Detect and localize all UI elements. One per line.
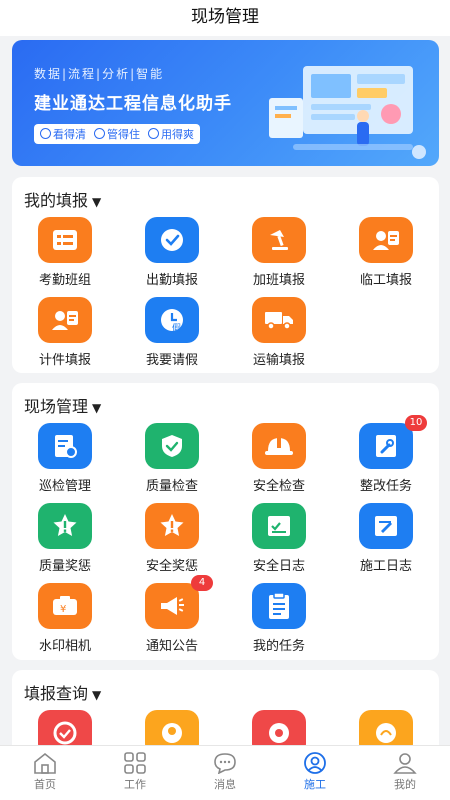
page-title: 现场管理 xyxy=(0,0,450,36)
rectify-count-badge: 10 xyxy=(405,415,427,431)
grid-item-temp-worker-report[interactable]: 临工填报 xyxy=(336,217,436,288)
star-alert-icon xyxy=(38,503,92,549)
check-circle-icon xyxy=(145,217,199,263)
user-icon xyxy=(393,753,417,774)
notice-count-badge: 4 xyxy=(191,575,213,591)
person-form-icon xyxy=(359,217,413,263)
section-header[interactable]: 我的填报 ▼ xyxy=(24,187,101,211)
grid-item-leave-request[interactable]: 假 我要请假 xyxy=(122,297,222,368)
tab-mine[interactable]: 我的 xyxy=(360,746,450,800)
tab-work[interactable]: 工作 xyxy=(90,746,180,800)
bottom-tab-bar: 首页 工作 消息 施工 我的 xyxy=(0,745,450,800)
section-header[interactable]: 填报查询 ▼ xyxy=(24,680,101,704)
grid-item-overtime-report[interactable]: 加班填报 xyxy=(229,217,329,288)
tab-messages[interactable]: 消息 xyxy=(180,746,270,800)
banner-subtitle: 数据|流程|分析|智能 xyxy=(34,67,165,81)
grid-item-safety-log[interactable]: 安全日志 xyxy=(229,503,329,574)
caret-down-icon: ▼ xyxy=(92,195,102,209)
grid-item-inspection[interactable]: 巡检管理 xyxy=(15,423,115,494)
user-circle-icon xyxy=(304,752,326,774)
my-report-card: 我的填报 ▼ 考勤班组 出勤填报 加班填报 临工填报 计件填报 假 我要请假 运… xyxy=(12,177,439,373)
helmet-icon xyxy=(252,423,306,469)
message-icon xyxy=(214,753,236,774)
grid-item-piecework-report[interactable]: 计件填报 xyxy=(15,297,115,368)
camera-yen-icon: ¥ xyxy=(38,583,92,629)
promo-banner[interactable]: 数据|流程|分析|智能 建业通达工程信息化助手 看得清 管得住 用得爽 xyxy=(12,40,439,166)
inspection-doc-icon xyxy=(38,423,92,469)
grid-item-safety-reward[interactable]: 安全奖惩 xyxy=(122,503,222,574)
log-edit-icon xyxy=(359,503,413,549)
check-circle-icon xyxy=(40,128,51,139)
grid-item-attendance-report[interactable]: 出勤填报 xyxy=(122,217,222,288)
banner-title: 建业通达工程信息化助手 xyxy=(34,94,232,114)
grid-item-notice[interactable]: 4 通知公告 xyxy=(122,575,222,654)
tab-home[interactable]: 首页 xyxy=(0,746,90,800)
wrench-doc-icon: 10 xyxy=(359,415,427,469)
shield-check-icon xyxy=(145,423,199,469)
grid-item-safety-check[interactable]: 安全检查 xyxy=(229,423,329,494)
grid-item-my-tasks[interactable]: 我的任务 xyxy=(229,583,329,654)
home-icon xyxy=(34,752,56,774)
truck-icon xyxy=(252,297,306,343)
svg-text:假: 假 xyxy=(172,323,181,334)
lamp-icon xyxy=(252,217,306,263)
grid-item-quality-reward[interactable]: 质量奖惩 xyxy=(15,503,115,574)
clock-leave-icon: 假 xyxy=(145,297,199,343)
person-form-icon xyxy=(38,297,92,343)
grid-item-attendance-team[interactable]: 考勤班组 xyxy=(15,217,115,288)
caret-down-icon: ▼ xyxy=(92,401,102,415)
grid-item-watermark-camera[interactable]: ¥ 水印相机 xyxy=(15,583,115,654)
grid-icon xyxy=(124,752,146,774)
banner-tag: 看得清 xyxy=(40,126,86,142)
megaphone-icon: 4 xyxy=(145,575,213,629)
svg-text:¥: ¥ xyxy=(60,604,66,615)
tab-construction[interactable]: 施工 xyxy=(270,746,360,800)
banner-tag: 用得爽 xyxy=(148,126,194,142)
log-edit-icon xyxy=(252,503,306,549)
site-management-card: 现场管理 ▼ 巡检管理 质量检查 安全检查 10 整改任务 质量奖惩 安全奖惩 … xyxy=(12,383,439,660)
grid-item-construction-log[interactable]: 施工日志 xyxy=(336,503,436,574)
check-circle-icon xyxy=(94,128,105,139)
star-alert-icon xyxy=(145,503,199,549)
clipboard-list-icon xyxy=(252,583,306,629)
list-icon xyxy=(38,217,92,263)
grid-item-transport-report[interactable]: 运输填报 xyxy=(229,297,329,368)
dashboard-illustration xyxy=(269,66,426,159)
grid-item-quality-check[interactable]: 质量检查 xyxy=(122,423,222,494)
banner-tag: 管得住 xyxy=(94,126,140,142)
section-header[interactable]: 现场管理 ▼ xyxy=(24,393,101,417)
banner-tags: 看得清 管得住 用得爽 xyxy=(34,124,200,144)
grid-item-rectify-task[interactable]: 10 整改任务 xyxy=(336,415,436,494)
check-circle-icon xyxy=(148,128,159,139)
caret-down-icon: ▼ xyxy=(92,688,102,702)
